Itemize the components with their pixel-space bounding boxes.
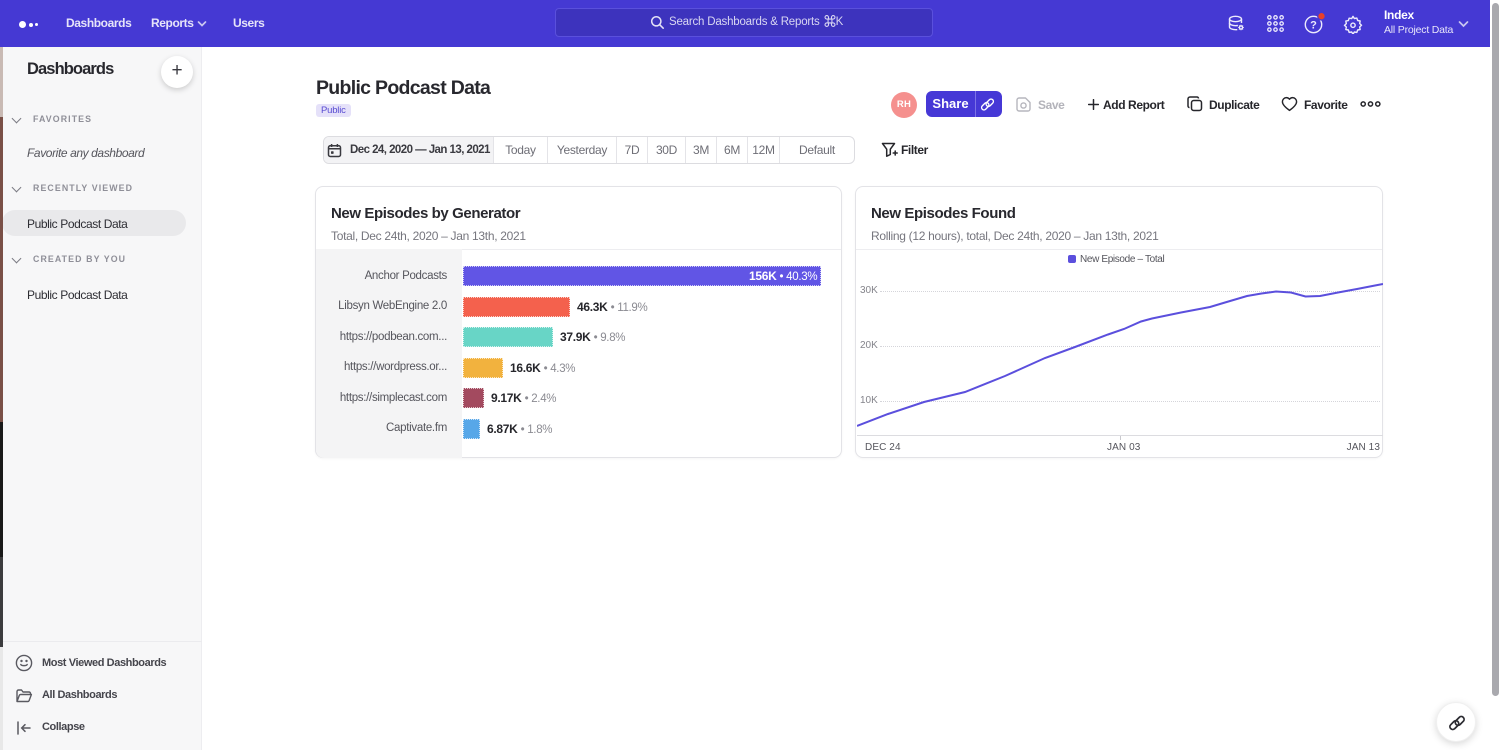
svg-text:?: ? xyxy=(1310,20,1317,32)
